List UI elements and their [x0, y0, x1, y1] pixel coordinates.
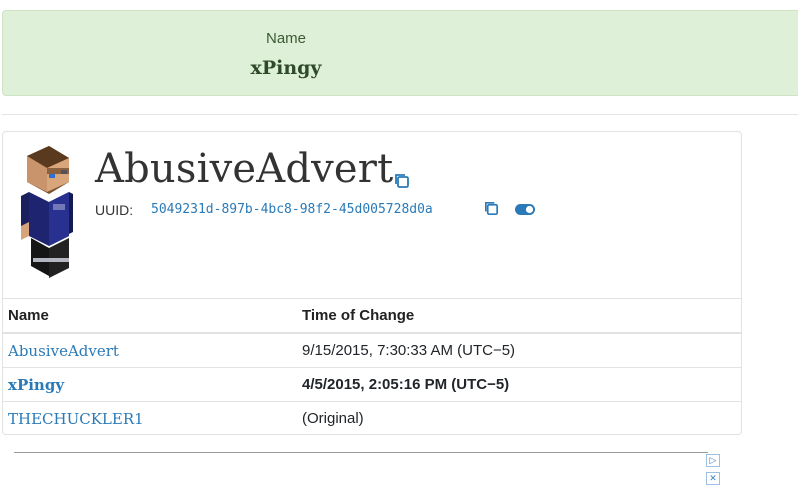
- copy-uuid-icon[interactable]: [483, 200, 500, 217]
- profile-name: AbusiveAdvert: [95, 146, 394, 192]
- table-row: THECHUCKLER1 (Original): [3, 401, 741, 435]
- close-icon[interactable]: ✕: [706, 472, 720, 485]
- table-row: AbusiveAdvert 9/15/2015, 7:30:33 AM (UTC…: [3, 332, 741, 368]
- ad-choices-icon[interactable]: ▷: [706, 454, 720, 467]
- name-banner: Name xPingy: [2, 10, 798, 96]
- banner-label: Name: [265, 30, 306, 47]
- name-link[interactable]: xPingy: [8, 376, 64, 394]
- change-time: 9/15/2015, 7:30:33 AM (UTC−5): [297, 332, 741, 368]
- player-skin-image: [21, 146, 73, 278]
- ad-badges: ▷✕: [706, 450, 736, 485]
- table-row: xPingy 4/5/2015, 2:05:16 PM (UTC−5): [3, 367, 741, 402]
- name-link[interactable]: AbusiveAdvert: [8, 342, 119, 360]
- change-time: 4/5/2015, 2:05:16 PM (UTC−5): [297, 367, 741, 402]
- profile-card: AbusiveAdvert UUID: 5049231d-897b-4bc8-9…: [2, 131, 742, 435]
- copy-name-icon[interactable]: [393, 172, 411, 190]
- name-history-table: Name Time of Change AbusiveAdvert 9/15/2…: [3, 298, 741, 435]
- banner-name: xPingy: [250, 57, 322, 79]
- divider: [2, 114, 798, 115]
- uuid-format-toggle-icon[interactable]: [515, 204, 535, 215]
- change-time: (Original): [297, 401, 741, 435]
- column-header-time: Time of Change: [297, 298, 741, 334]
- uuid-label: UUID:: [95, 202, 134, 218]
- uuid-value[interactable]: 5049231d-897b-4bc8-98f2-45d005728d0a: [151, 202, 433, 217]
- table-header-row: Name Time of Change: [3, 298, 741, 334]
- name-link[interactable]: THECHUCKLER1: [8, 410, 144, 428]
- ad-frame: [14, 452, 708, 463]
- column-header-name: Name: [3, 298, 297, 334]
